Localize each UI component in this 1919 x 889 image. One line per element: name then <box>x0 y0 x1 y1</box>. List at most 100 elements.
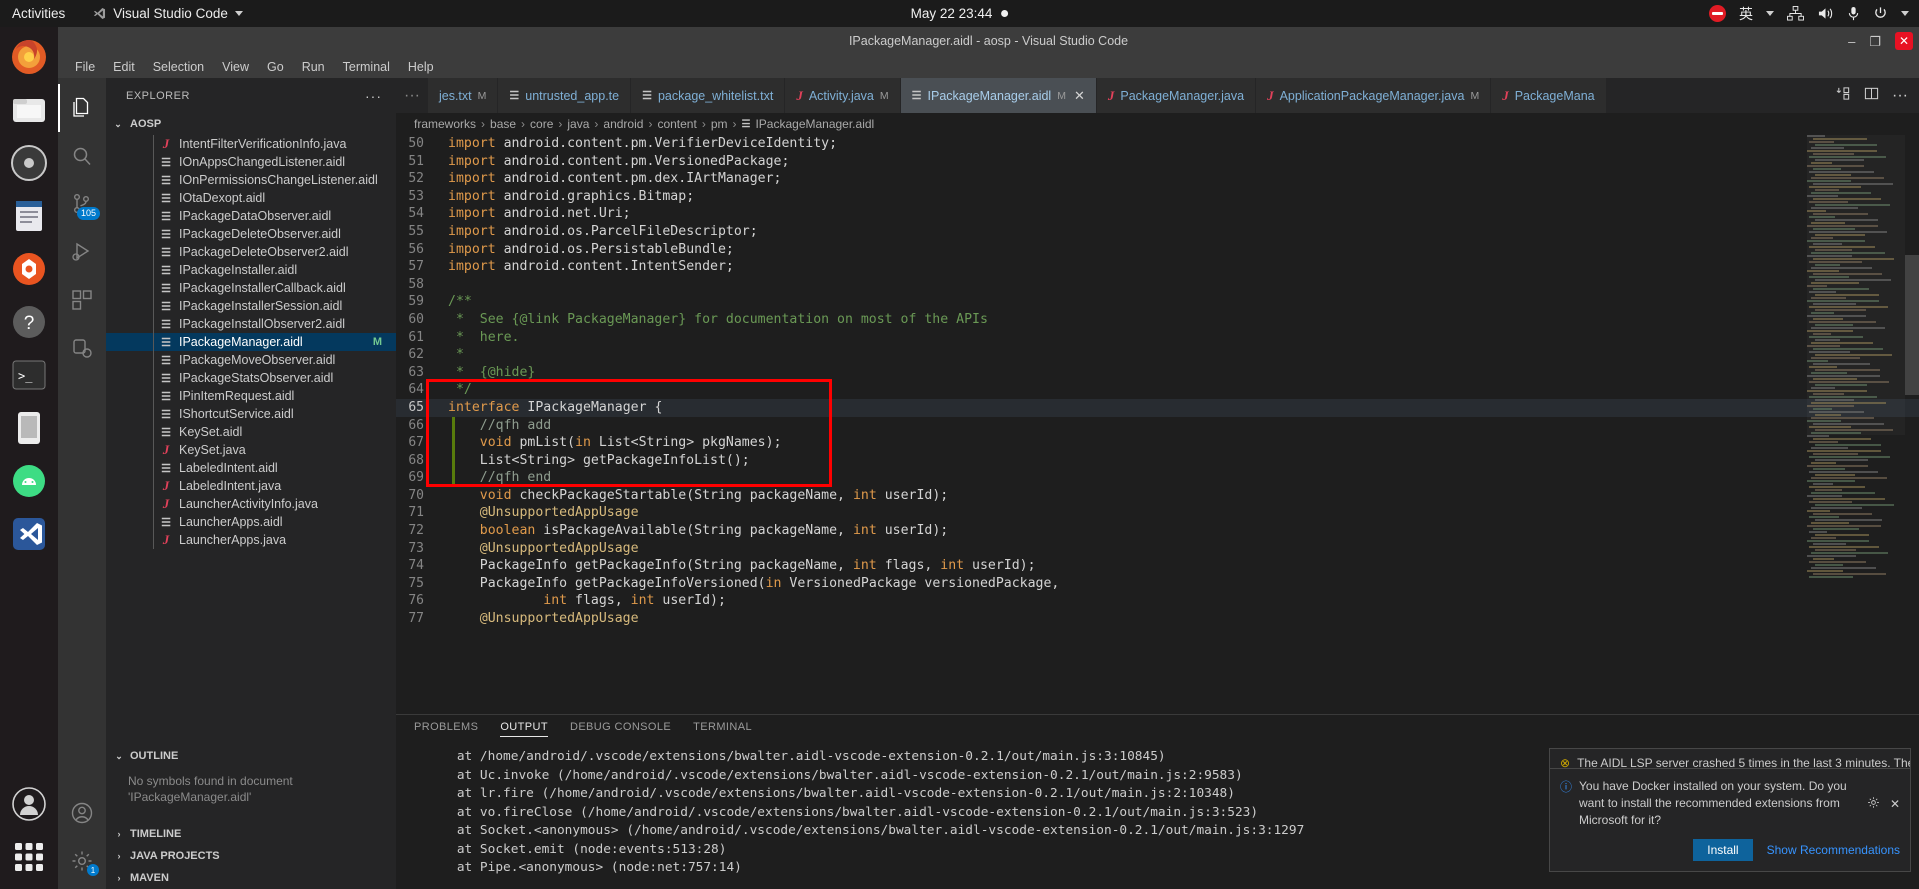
editor-tab[interactable]: jes.txt M <box>427 78 499 113</box>
menu-go[interactable]: Go <box>258 58 293 76</box>
microphone-icon[interactable] <box>1847 6 1860 21</box>
editor-scrollbar[interactable] <box>1905 135 1919 714</box>
file-list-item[interactable]: ☰ IPackageManager.aidl M <box>106 333 396 351</box>
breadcrumb-item[interactable]: java <box>567 117 589 131</box>
explorer-root-section[interactable]: ⌄ AOSP <box>106 113 396 135</box>
menu-selection[interactable]: Selection <box>144 58 213 76</box>
file-list-item[interactable]: ☰ IOnPermissionsChangeListener.aidl <box>106 171 396 189</box>
file-list[interactable]: J IntentFilterVerificationInfo.java ☰ IOnAp… <box>106 135 396 549</box>
file-list-item[interactable]: ☰ IOnAppsChangedListener.aidl <box>106 153 396 171</box>
code-content[interactable]: 50 import android.content.pm.VerifierDevi… <box>396 135 1919 628</box>
editor-tab[interactable]: ☰ IPackageManager.aidl M ✕ <box>900 78 1097 113</box>
install-button[interactable]: Install <box>1693 839 1753 861</box>
activity-testing[interactable] <box>58 324 106 372</box>
code-line[interactable]: 60 * See {@link PackageManager} for docu… <box>396 311 1919 329</box>
code-line[interactable]: 53 import android.graphics.Bitmap; <box>396 188 1919 206</box>
file-list-item[interactable]: ☰ IShortcutService.aidl <box>106 405 396 423</box>
dock-show-applications[interactable] <box>7 835 51 879</box>
panel-tabs[interactable]: PROBLEMS OUTPUT DEBUG CONSOLE TERMINAL <box>396 715 1919 742</box>
code-line[interactable]: 68 List<String> getPackageInfoList(); <box>396 452 1919 470</box>
code-line[interactable]: 55 import android.os.ParcelFileDescriptor… <box>396 223 1919 241</box>
breadcrumb-item[interactable]: IPackageManager.aidl <box>755 117 874 131</box>
code-line[interactable]: 56 import android.os.PersistableBundle; <box>396 241 1919 259</box>
tab-close-icon[interactable]: ✕ <box>1074 88 1085 104</box>
code-line[interactable]: 66 //qfh add <box>396 417 1919 435</box>
activity-explorer[interactable] <box>58 84 106 132</box>
ime-chevron-down-icon[interactable] <box>1766 11 1774 16</box>
code-line[interactable]: 50 import android.content.pm.VerifierDevi… <box>396 135 1919 153</box>
dock-vscode[interactable] <box>7 512 51 556</box>
activity-settings[interactable]: 1 <box>58 837 106 885</box>
maven-section[interactable]: › MAVEN <box>106 867 396 889</box>
minimap[interactable] <box>1807 135 1905 714</box>
file-list-item[interactable]: ☰ IOtaDexopt.aidl <box>106 189 396 207</box>
code-line[interactable]: 58 <box>396 276 1919 294</box>
breadcrumb[interactable]: frameworks › base › core › java › android › conten… <box>396 113 1919 135</box>
code-line[interactable]: 54 import android.net.Uri; <box>396 205 1919 223</box>
dock-files[interactable] <box>7 88 51 132</box>
editor-tabs[interactable]: ··· jes.txt M ☰ untrusted_app.te ☰ package_whi… <box>396 78 1919 113</box>
dock-tablet-app[interactable] <box>7 406 51 450</box>
code-line[interactable]: 62 * <box>396 346 1919 364</box>
input-method-label[interactable]: 英 <box>1739 4 1753 24</box>
activity-source-control[interactable]: 105 <box>58 180 106 228</box>
code-line[interactable]: 67 void pmList(in List<String> pkgNames)… <box>396 434 1919 452</box>
activity-search[interactable] <box>58 132 106 180</box>
file-list-item[interactable]: ☰ IPackageStatsObserver.aidl <box>106 369 396 387</box>
breadcrumb-item[interactable]: content <box>657 117 696 131</box>
file-list-item[interactable]: ☰ IPinItemRequest.aidl <box>106 387 396 405</box>
dock-libreoffice-writer[interactable] <box>7 194 51 238</box>
editor-tab[interactable]: J PackageManager.java <box>1096 78 1257 113</box>
dock-android-studio[interactable] <box>7 459 51 503</box>
split-editor-down-icon[interactable] <box>1836 86 1851 106</box>
close-button[interactable]: ✕ <box>1895 32 1913 50</box>
file-list-item[interactable]: ☰ IPackageMoveObserver.aidl <box>106 351 396 369</box>
network-icon[interactable] <box>1787 6 1804 21</box>
code-line[interactable]: 73 @UnsupportedAppUsage <box>396 540 1919 558</box>
code-line[interactable]: 69 //qfh end <box>396 469 1919 487</box>
activity-run-debug[interactable] <box>58 228 106 276</box>
notification-close-icon[interactable]: ✕ <box>1890 797 1900 811</box>
clock[interactable]: May 22 23:44 <box>911 6 1009 21</box>
code-line[interactable]: 65 interface IPackageManager { <box>396 398 1919 417</box>
code-line[interactable]: 61 * here. <box>396 329 1919 347</box>
editor-tab[interactable]: J Activity.java M <box>785 78 901 113</box>
breadcrumb-item[interactable]: pm <box>711 117 728 131</box>
volume-icon[interactable] <box>1817 6 1834 21</box>
breadcrumb-item[interactable]: android <box>603 117 643 131</box>
outline-section[interactable]: ⌄ OUTLINE <box>106 745 396 767</box>
editor-tab[interactable]: ☰ package_whitelist.txt <box>631 78 786 113</box>
dock-rhythmbox[interactable] <box>7 141 51 185</box>
menu-file[interactable]: File <box>66 58 104 76</box>
java-projects-section[interactable]: › JAVA PROJECTS <box>106 845 396 867</box>
file-list-item[interactable]: J LauncherActivityInfo.java <box>106 495 396 513</box>
tabs-overflow-dots[interactable]: ··· <box>396 78 428 113</box>
code-line[interactable]: 57 import android.content.IntentSender; <box>396 258 1919 276</box>
menu-run[interactable]: Run <box>293 58 334 76</box>
editor-scrollbar-thumb[interactable] <box>1905 255 1919 395</box>
code-line[interactable]: 63 * {@hide} <box>396 364 1919 382</box>
minimize-button[interactable]: – <box>1848 35 1855 48</box>
editor-tab[interactable]: J PackageMana <box>1491 78 1607 113</box>
activities-button[interactable]: Activities <box>0 6 79 21</box>
notification-gear-icon[interactable] <box>1867 796 1880 812</box>
dock-firefox[interactable] <box>7 35 51 79</box>
file-list-item[interactable]: ☰ IPackageInstallerCallback.aidl <box>106 279 396 297</box>
breadcrumb-item[interactable]: frameworks <box>414 117 476 131</box>
file-list-item[interactable]: J KeySet.java <box>106 441 396 459</box>
code-line[interactable]: 70 void checkPackageStartable(String pac… <box>396 487 1919 505</box>
minimap-slider[interactable] <box>1807 135 1905 435</box>
code-line[interactable]: 64 */ <box>396 381 1919 399</box>
file-list-item[interactable]: ☰ LabeledIntent.aidl <box>106 459 396 477</box>
menu-help[interactable]: Help <box>399 58 443 76</box>
maximize-button[interactable]: ❐ <box>1869 35 1881 48</box>
file-list-item[interactable]: ☰ LauncherApps.aidl <box>106 513 396 531</box>
menu-terminal[interactable]: Terminal <box>334 58 399 76</box>
system-menu-chevron-icon[interactable] <box>1901 11 1909 16</box>
dock-help[interactable]: ? <box>7 300 51 344</box>
code-line[interactable]: 74 PackageInfo getPackageInfo(String pac… <box>396 557 1919 575</box>
notification-docker[interactable]: ⓘ You have Docker installed on your syst… <box>1549 768 1911 872</box>
panel-tab[interactable]: DEBUG CONSOLE <box>570 721 671 736</box>
editor-tab[interactable]: J ApplicationPackageManager.java M <box>1256 78 1492 113</box>
file-list-item[interactable]: ☰ KeySet.aidl <box>106 423 396 441</box>
